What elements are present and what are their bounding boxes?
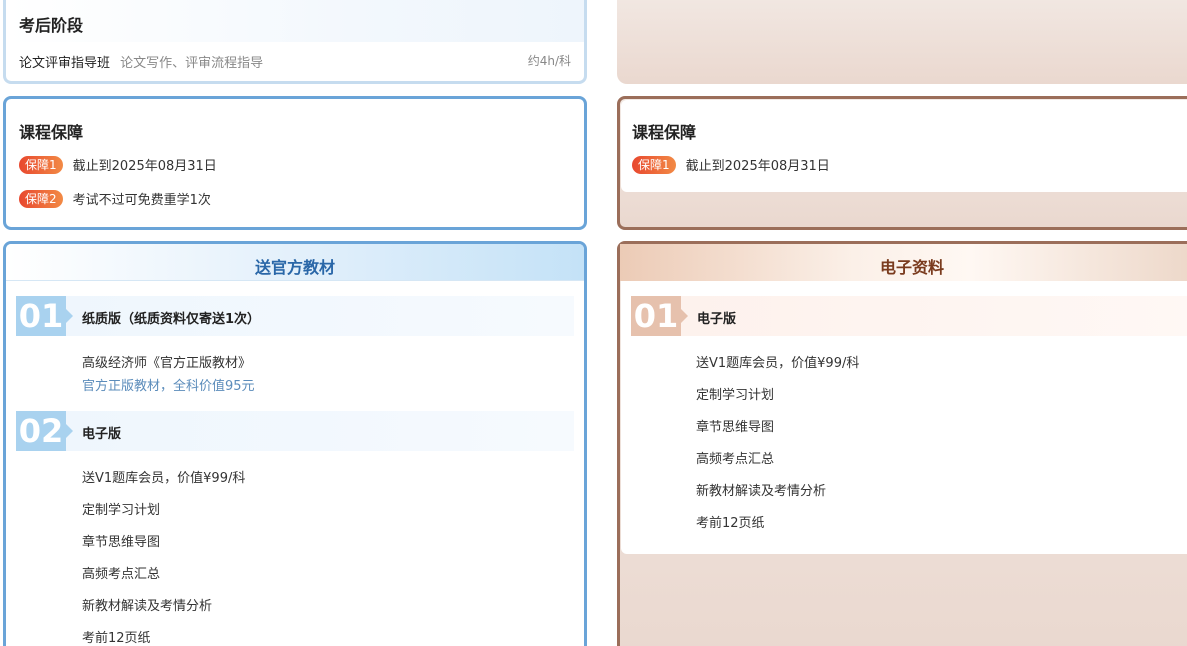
electronic-materials-card: 电子资料 01 电子版 送V1题库会员，价值¥99/科 定制学习计划 章节思维导… bbox=[617, 241, 1187, 646]
guarantee-text: 考试不过可免费重学1次 bbox=[72, 193, 211, 208]
guarantee-badge: 保障2 bbox=[19, 189, 63, 208]
section-number: 02 bbox=[16, 411, 73, 451]
list-item: 送V1题库会员，价值¥99/科 bbox=[82, 471, 246, 486]
guarantee-card-right: 课程保障 保障1 截止到2025年08月31日 bbox=[617, 96, 1187, 230]
materials-header-title: 电子资料 bbox=[879, 258, 944, 277]
stage-header bbox=[6, 0, 584, 42]
guarantee-text: 截止到2025年08月31日 bbox=[72, 159, 217, 174]
list-item: 新教材解读及考情分析 bbox=[696, 484, 827, 499]
stage-title: 考后阶段 bbox=[19, 16, 84, 35]
guarantee-title: 课程保障 bbox=[19, 123, 84, 142]
textbook-header-title: 送官方教材 bbox=[254, 258, 335, 277]
guarantee-badge: 保障1 bbox=[632, 155, 676, 174]
guarantee-title: 课程保障 bbox=[632, 123, 697, 142]
list-item: 高频考点汇总 bbox=[696, 452, 775, 467]
course-hours: 约4h/科 bbox=[527, 54, 571, 68]
section-number: 01 bbox=[16, 296, 73, 336]
guarantee-row: 保障1 截止到2025年08月31日 bbox=[19, 155, 217, 174]
guarantee-badge: 保障1 bbox=[19, 155, 63, 174]
section-header-electronic: 01 电子版 bbox=[631, 296, 1187, 336]
section-header-paper: 01 纸质版（纸质资料仅寄送1次） bbox=[16, 296, 574, 336]
after-exam-stage-card: 考后阶段 论文评审指导班 论文写作、评审流程指导 约4h/科 bbox=[3, 0, 587, 84]
list-item: 章节思维导图 bbox=[696, 420, 775, 435]
section-header-electronic: 02 电子版 bbox=[16, 411, 574, 451]
list-item: 考前12页纸 bbox=[696, 516, 765, 531]
list-item: 定制学习计划 bbox=[696, 388, 775, 403]
section-title: 纸质版（纸质资料仅寄送1次） bbox=[82, 312, 261, 327]
guarantee-inner-panel bbox=[621, 100, 1187, 192]
course-row[interactable]: 论文评审指导班 论文写作、评审流程指导 约4h/科 bbox=[19, 52, 571, 71]
list-item: 高频考点汇总 bbox=[82, 567, 161, 582]
section-title: 电子版 bbox=[82, 427, 122, 442]
list-item: 考前12页纸 bbox=[82, 631, 151, 646]
course-description: 论文写作、评审流程指导 bbox=[120, 56, 264, 71]
list-item: 章节思维导图 bbox=[82, 535, 161, 550]
section-title: 电子版 bbox=[697, 312, 737, 327]
section-number: 01 bbox=[631, 296, 688, 336]
guarantee-row: 保障1 截止到2025年08月31日 bbox=[632, 155, 830, 174]
list-item: 高级经济师《官方正版教材》 bbox=[82, 356, 252, 371]
list-item: 新教材解读及考情分析 bbox=[82, 599, 213, 614]
guarantee-card-left: 课程保障 保障1 截止到2025年08月31日 保障2 考试不过可免费重学1次 bbox=[3, 96, 587, 230]
list-item: 送V1题库会员，价值¥99/科 bbox=[696, 356, 860, 371]
textbook-value-note: 官方正版教材，全科价值95元 bbox=[82, 379, 255, 394]
guarantee-text: 截止到2025年08月31日 bbox=[685, 159, 830, 174]
official-textbook-card: 送官方教材 01 纸质版（纸质资料仅寄送1次） 高级经济师《官方正版教材》 官方… bbox=[3, 241, 587, 646]
course-name: 论文评审指导班 bbox=[19, 56, 111, 71]
list-item: 定制学习计划 bbox=[82, 503, 161, 518]
guarantee-row: 保障2 考试不过可免费重学1次 bbox=[19, 189, 211, 208]
right-top-panel bbox=[617, 0, 1187, 84]
